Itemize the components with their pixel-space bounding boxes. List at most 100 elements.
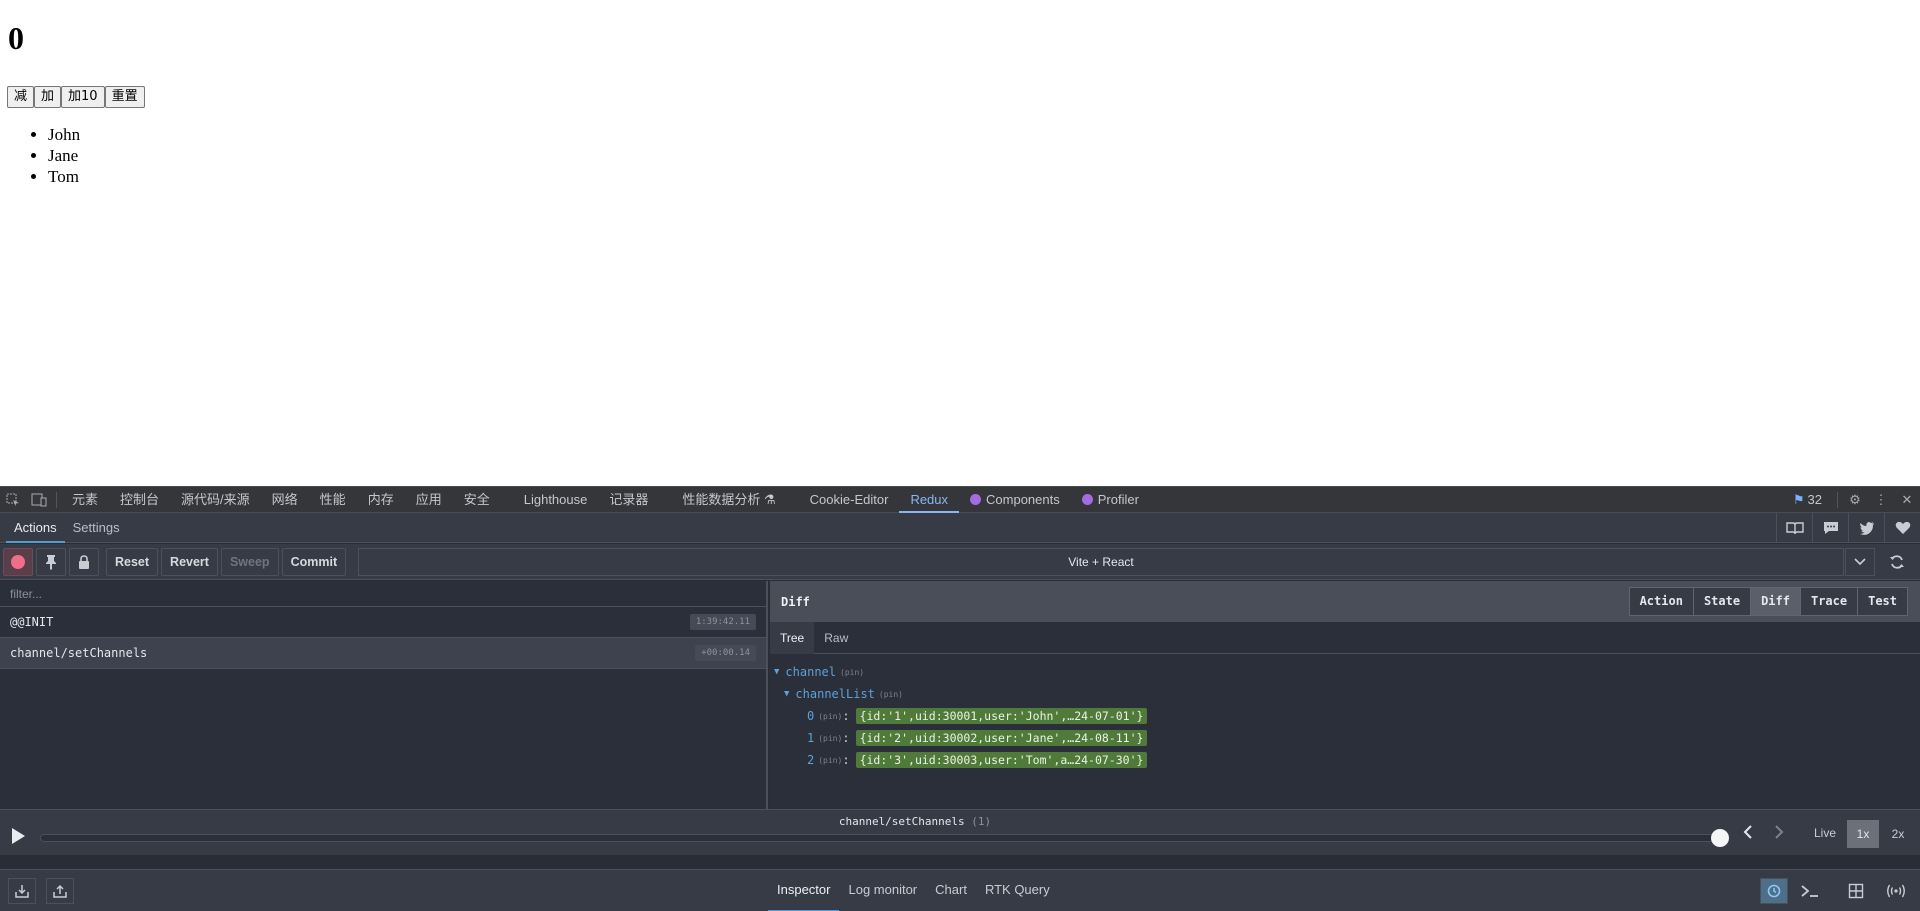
tab-rtk-query[interactable]: RTK Query (976, 870, 1059, 911)
expand-triangle-icon[interactable]: ▼ (784, 689, 789, 699)
pin-link[interactable]: (pin) (818, 712, 842, 721)
chevron-down-icon[interactable] (1845, 548, 1875, 576)
heart-icon[interactable] (1884, 512, 1920, 543)
tab-chart[interactable]: Chart (926, 870, 976, 911)
action-time: 1:39:42.11 (689, 614, 756, 630)
chevron-left-icon[interactable] (1743, 825, 1753, 844)
slider-action: channel/setChannels (838, 815, 965, 828)
tab-actions[interactable]: Actions (6, 513, 65, 543)
tree-key: 1 (807, 731, 815, 745)
twitter-icon[interactable] (1848, 512, 1884, 543)
slider-thumb[interactable] (1711, 829, 1729, 847)
tab-application[interactable]: 应用 (405, 487, 453, 513)
add-ten-button[interactable]: 加10 (61, 86, 105, 108)
action-type: @@INIT (10, 615, 54, 629)
tab-memory[interactable]: 内存 (357, 487, 405, 513)
increment-button[interactable]: 加 (34, 86, 62, 108)
play-icon[interactable] (12, 828, 25, 844)
import-icon[interactable] (8, 878, 36, 904)
slider-bar: channel/setChannels (1) Live 1x 2x (0, 809, 1920, 855)
redux-top-right (1776, 512, 1920, 543)
action-list-panel: filter... @@INIT 1:39:42.11 channel/setC… (0, 581, 768, 809)
divider (1837, 491, 1838, 508)
persist-icon[interactable] (1760, 878, 1788, 904)
colon: : (842, 753, 850, 767)
added-value: {id:'2',uid:30002,user:'Jane',…24-08-11'… (855, 730, 1148, 746)
kebab-menu-icon[interactable]: ⋮ (1868, 487, 1894, 513)
added-value: {id:'3',uid:30003,user:'Tom',a…24-07-30'… (855, 752, 1148, 768)
broadcast-icon[interactable] (1882, 878, 1910, 904)
tab-profiler-label: Profiler (1097, 491, 1139, 507)
grid-icon[interactable] (1842, 878, 1870, 904)
export-icon[interactable] (46, 878, 74, 904)
reset-button[interactable]: 重置 (104, 86, 145, 108)
sync-icon[interactable] (1880, 548, 1914, 576)
tab-inspector[interactable]: Inspector (768, 870, 840, 911)
tree-node[interactable]: 2 (pin) : {id:'3',uid:30003,user:'Tom',a… (770, 749, 1920, 771)
issues-counter[interactable]: ⚑ 32 (1782, 487, 1833, 513)
tab-sources[interactable]: 源代码/来源 (170, 487, 261, 513)
live-button[interactable]: Live (1814, 826, 1836, 840)
tab-state[interactable]: State (1692, 588, 1751, 615)
inspect-icon[interactable] (0, 487, 26, 513)
tab-network[interactable]: 网络 (261, 487, 309, 513)
reset-action-button[interactable]: Reset (106, 547, 159, 576)
tab-lighthouse[interactable]: Lighthouse (513, 487, 599, 513)
chevron-right-icon[interactable] (1774, 825, 1784, 844)
pin-link[interactable]: (pin) (879, 690, 903, 699)
tab-profiler[interactable]: Profiler (1071, 487, 1150, 513)
diff-subtabs: Tree Raw (770, 621, 1920, 654)
tab-console[interactable]: 控制台 (109, 487, 170, 513)
chat-icon[interactable] (1812, 512, 1848, 543)
lock-button[interactable] (69, 547, 99, 576)
tree-node[interactable]: ▼ channelList (pin) (770, 683, 1920, 705)
speed-2x-button[interactable]: 2x (1882, 820, 1914, 848)
tab-security[interactable]: 安全 (453, 487, 501, 513)
action-row[interactable]: channel/setChannels +00:00.14 (0, 638, 766, 669)
user-list: John Jane Tom (48, 124, 80, 187)
devtools-panel: 元素 控制台 源代码/来源 网络 性能 内存 应用 安全 Lighthouse … (0, 486, 1920, 911)
redux-toolbar: Reset Revert Sweep Commit Vite + React (0, 544, 1920, 580)
pin-button[interactable] (36, 547, 66, 576)
pin-link[interactable]: (pin) (818, 756, 842, 765)
tab-performance-insights[interactable]: 性能数据分析 ⚗ (671, 487, 786, 513)
pin-link[interactable]: (pin) (818, 734, 842, 743)
action-row[interactable]: @@INIT 1:39:42.11 (0, 607, 766, 638)
expand-triangle-icon[interactable]: ▼ (774, 667, 779, 677)
tab-tree[interactable]: Tree (770, 621, 815, 654)
tab-settings[interactable]: Settings (65, 513, 128, 543)
tree-node[interactable]: 1 (pin) : {id:'2',uid:30002,user:'Jane',… (770, 727, 1920, 749)
tab-diff[interactable]: Diff (1750, 588, 1800, 615)
tab-raw[interactable]: Raw (814, 622, 858, 654)
decrement-button[interactable]: 减 (7, 86, 35, 108)
slider-track[interactable] (40, 834, 1720, 842)
action-time: +00:00.14 (695, 645, 756, 661)
tab-elements[interactable]: 元素 (61, 487, 109, 513)
tab-components[interactable]: Components (959, 487, 1071, 513)
tab-test[interactable]: Test (1857, 588, 1907, 615)
device-toolbar-icon[interactable] (26, 487, 52, 513)
record-button[interactable] (3, 547, 33, 576)
tab-cookie-editor[interactable]: Cookie-Editor (799, 487, 900, 513)
sweep-button[interactable]: Sweep (220, 547, 279, 576)
tab-redux[interactable]: Redux (899, 487, 960, 513)
added-value: {id:'1',uid:30001,user:'John',…24-07-01'… (855, 708, 1148, 724)
revert-button[interactable]: Revert (161, 547, 218, 576)
tab-log-monitor[interactable]: Log monitor (839, 870, 926, 911)
terminal-icon[interactable] (1796, 878, 1824, 904)
instance-selector[interactable]: Vite + React (358, 548, 1844, 576)
filter-input[interactable]: filter... (0, 581, 766, 607)
pin-link[interactable]: (pin) (840, 668, 864, 677)
tree-node[interactable]: ▼ channel (pin) (770, 661, 1920, 683)
close-icon[interactable]: ✕ (1894, 487, 1920, 513)
tab-performance[interactable]: 性能 (309, 487, 357, 513)
gear-icon[interactable]: ⚙ (1842, 487, 1868, 513)
commit-button[interactable]: Commit (281, 547, 347, 576)
tab-action[interactable]: Action (1629, 588, 1693, 615)
speed-1x-button[interactable]: 1x (1847, 820, 1879, 848)
tab-trace[interactable]: Trace (1799, 588, 1858, 615)
tree-node[interactable]: 0 (pin) : {id:'1',uid:30001,user:'John',… (770, 705, 1920, 727)
book-icon[interactable] (1776, 512, 1812, 543)
counter-value: 0 (8, 20, 24, 56)
tab-recorder[interactable]: 记录器 (598, 487, 659, 513)
